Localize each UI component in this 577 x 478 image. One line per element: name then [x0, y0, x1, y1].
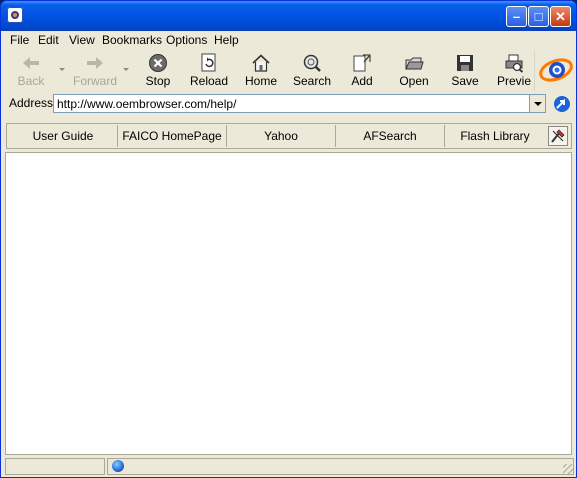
browser-window: – □ ✕ File Edit View Bookmarks Options H…	[0, 0, 577, 478]
forward-arrow-icon	[87, 57, 103, 69]
stop-icon	[149, 54, 167, 72]
add-label: Add	[351, 74, 373, 88]
status-text-pane	[5, 458, 105, 475]
page-content-area[interactable]	[5, 152, 572, 455]
save-disk-icon	[457, 55, 473, 71]
back-button[interactable]: Back	[11, 53, 51, 91]
brand-logo	[534, 51, 576, 91]
reload-label: Reload	[189, 74, 229, 88]
home-button[interactable]: Home	[243, 53, 279, 91]
back-arrow-icon	[23, 57, 39, 69]
links-settings-icon[interactable]	[548, 126, 568, 146]
menu-bookmarks[interactable]: Bookmarks	[102, 33, 162, 47]
go-icon[interactable]	[552, 94, 572, 114]
link-flash-library[interactable]: Flash Library	[445, 125, 545, 147]
link-user-guide[interactable]: User Guide	[9, 125, 118, 147]
save-button[interactable]: Save	[449, 53, 481, 91]
stop-button[interactable]: Stop	[141, 53, 175, 91]
preview-label: Previe	[496, 74, 531, 88]
menu-bar: File Edit View Bookmarks Options Help	[1, 31, 576, 50]
navigation-toolbar: Back Forward Stop Reload Home Search Add	[1, 51, 576, 93]
print-preview-icon	[505, 54, 524, 73]
address-label: Address:	[9, 96, 57, 110]
brand-swirl-icon	[539, 58, 573, 82]
menu-view[interactable]: View	[69, 33, 95, 47]
add-button[interactable]: Add	[347, 53, 377, 91]
link-faico-homepage[interactable]: FAICO HomePage	[118, 125, 227, 147]
back-dropdown-icon[interactable]	[59, 68, 65, 71]
forward-button[interactable]: Forward	[71, 53, 119, 91]
open-button[interactable]: Open	[397, 53, 431, 91]
status-bar	[1, 456, 576, 477]
back-label: Back	[17, 74, 45, 88]
app-icon[interactable]	[7, 7, 23, 23]
address-input[interactable]	[53, 94, 530, 113]
reload-icon	[201, 53, 216, 72]
preview-button[interactable]: Previe	[495, 53, 533, 91]
links-bar: User Guide FAICO HomePage Yahoo AFSearch…	[6, 123, 572, 149]
search-label: Search	[292, 74, 332, 88]
link-afsearch[interactable]: AFSearch	[336, 125, 445, 147]
open-folder-icon	[405, 57, 424, 70]
add-bookmark-icon	[353, 54, 371, 72]
menu-edit[interactable]: Edit	[38, 33, 59, 47]
close-button[interactable]: ✕	[550, 6, 571, 27]
save-label: Save	[451, 74, 479, 88]
address-dropdown-button[interactable]	[529, 94, 546, 113]
open-label: Open	[399, 74, 429, 88]
internet-zone-globe-icon	[112, 460, 124, 472]
search-button[interactable]: Search	[292, 53, 332, 91]
menu-help[interactable]: Help	[214, 33, 239, 47]
forward-label: Forward	[72, 74, 117, 88]
home-icon	[252, 54, 270, 72]
resize-grip-icon[interactable]	[563, 464, 573, 474]
stop-label: Stop	[145, 74, 171, 88]
search-icon	[303, 54, 321, 72]
home-label: Home	[244, 74, 277, 88]
link-yahoo[interactable]: Yahoo	[227, 125, 336, 147]
menu-options[interactable]: Options	[166, 33, 207, 47]
menu-file[interactable]: File	[10, 33, 29, 47]
minimize-button[interactable]: –	[506, 6, 527, 27]
title-bar[interactable]: – □ ✕	[1, 1, 576, 31]
status-zone-pane	[107, 458, 574, 475]
maximize-button[interactable]: □	[528, 6, 549, 27]
forward-dropdown-icon[interactable]	[123, 68, 129, 71]
address-bar: Address:	[1, 93, 576, 115]
reload-button[interactable]: Reload	[189, 53, 229, 91]
